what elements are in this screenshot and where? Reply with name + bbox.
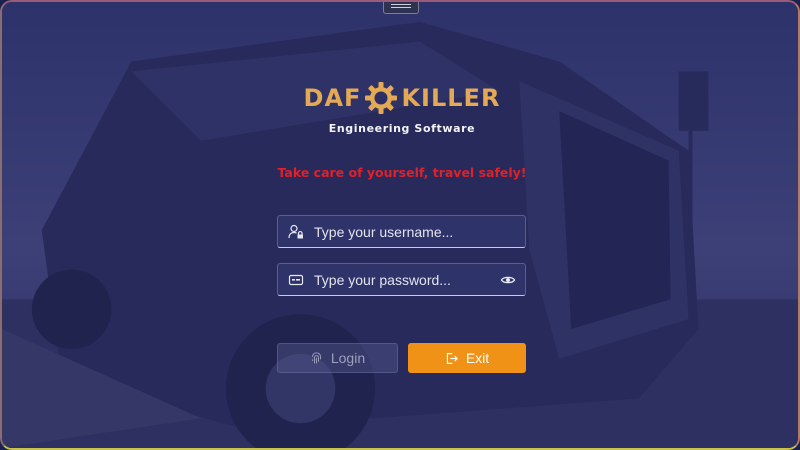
password-field-icon: [288, 272, 304, 288]
user-lock-icon: [288, 224, 304, 240]
safety-tagline: Take care of yourself, travel safely!: [277, 165, 527, 180]
exit-button[interactable]: Exit: [408, 343, 526, 373]
drag-handle[interactable]: [383, 2, 419, 14]
password-input[interactable]: [314, 271, 500, 288]
login-button-label: Login: [330, 350, 366, 366]
gear-icon: [365, 82, 398, 114]
exit-door-icon: [445, 352, 458, 365]
logo-subtitle: Engineering Software: [328, 122, 476, 135]
logo-brand-right: KILLER: [401, 84, 501, 112]
username-field[interactable]: [277, 215, 526, 248]
logo: DAF KILLER Engineering Software: [2, 78, 798, 135]
logo-brand-left: DAF: [303, 84, 362, 112]
password-field[interactable]: [277, 263, 526, 296]
login-button[interactable]: Login: [277, 343, 398, 373]
exit-button-label: Exit: [465, 350, 490, 366]
fingerprint-icon: [310, 351, 323, 365]
login-window: DAF KILLER Engineering Software Take car…: [0, 0, 800, 450]
username-input[interactable]: [314, 223, 525, 240]
eye-icon[interactable]: [500, 272, 516, 288]
